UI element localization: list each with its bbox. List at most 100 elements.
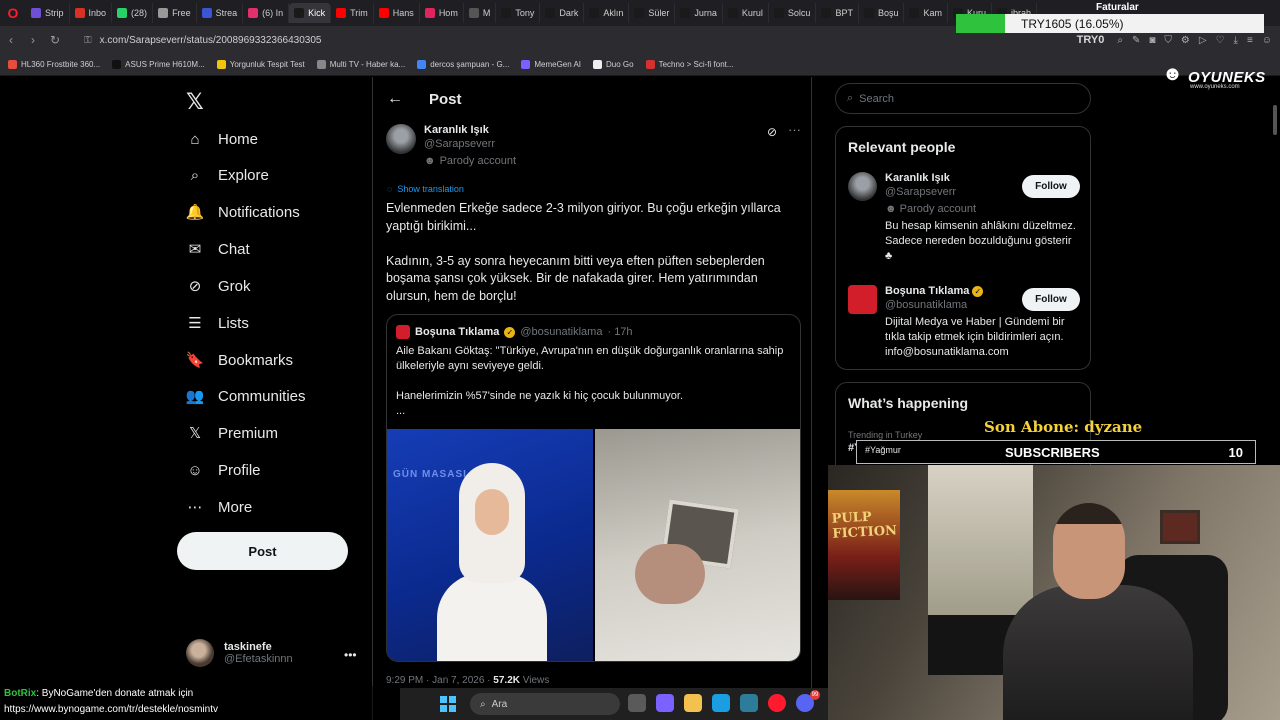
profile-icon[interactable]: ☺: [1262, 35, 1272, 46]
file-explorer-icon[interactable]: [684, 694, 702, 712]
scrollbar-thumb[interactable]: [1273, 105, 1277, 135]
edge-icon[interactable]: [712, 694, 730, 712]
zoom-icon[interactable]: ⌕: [1117, 35, 1123, 46]
bookmark-item[interactable]: Multi TV - Haber ka...: [316, 60, 405, 69]
post-button[interactable]: Post: [177, 532, 348, 570]
extensions-icon[interactable]: ⚙: [1181, 35, 1190, 46]
browser-tab[interactable]: Aklın: [584, 3, 630, 23]
nav-item-lists[interactable]: ☰ Lists: [186, 314, 249, 333]
browser-tab[interactable]: Strea: [197, 3, 244, 23]
forward-nav-icon[interactable]: ›: [22, 33, 44, 47]
store-icon[interactable]: [740, 694, 758, 712]
quoted-post[interactable]: Boşuna Tıklama ✓ @bosunatiklama · 17h Ai…: [386, 314, 801, 662]
nav-item-label: Chat: [218, 240, 250, 258]
heart-icon[interactable]: ♡: [1216, 35, 1225, 46]
views-label: Views: [522, 675, 550, 686]
edit-icon[interactable]: ✎: [1132, 35, 1140, 46]
nav-item-bookmarks[interactable]: 🔖 Bookmarks: [186, 351, 293, 370]
browser-tab[interactable]: Kurul: [723, 3, 769, 23]
browser-tab[interactable]: Jurna: [675, 3, 723, 23]
relevant-people-panel: Relevant people Karanlık Işık @Sarapseve…: [835, 126, 1091, 370]
follow-button[interactable]: Follow: [1022, 175, 1080, 198]
search-input[interactable]: ⌕ Search: [835, 83, 1091, 114]
shield-icon[interactable]: ⛉: [1164, 35, 1172, 46]
browser-tab[interactable]: M: [464, 3, 497, 23]
tab-label: Jurna: [694, 8, 717, 18]
browser-tab[interactable]: Hom: [420, 3, 464, 23]
url-field[interactable]: x.com/Sarapseverr/status/200896933236643…: [100, 35, 322, 46]
tab-label: Dark: [559, 8, 579, 18]
bookmark-item[interactable]: Techno > Sci-fi font...: [645, 60, 734, 69]
account-more-icon[interactable]: •••: [344, 648, 357, 662]
opera-icon[interactable]: [768, 694, 786, 712]
back-nav-icon[interactable]: ‹: [0, 33, 22, 47]
browser-tab[interactable]: Solcu: [769, 3, 817, 23]
translate-icon: ◌: [387, 184, 393, 194]
browser-tab[interactable]: Boşu: [859, 3, 905, 23]
bookmark-item[interactable]: ASUS Prime H610M...: [112, 60, 205, 69]
nav-item-more[interactable]: ⋯ More: [186, 498, 253, 517]
play-icon[interactable]: ▷: [1199, 35, 1207, 46]
follow-button[interactable]: Follow: [1022, 288, 1080, 311]
quote-image-minister[interactable]: GÜN MASASI: [387, 429, 593, 661]
back-arrow-icon[interactable]: ←: [387, 90, 403, 108]
post-time[interactable]: 9:29 PM · Jan 7, 2026 ·: [386, 675, 491, 686]
reload-icon[interactable]: ↻: [44, 33, 66, 47]
download-icon[interactable]: ⤓: [1234, 35, 1238, 46]
browser-tab[interactable]: Hans: [374, 3, 420, 23]
parody-badge: ☻ Parody account: [424, 155, 516, 167]
browser-tab[interactable]: BPT: [816, 3, 859, 23]
browser-tab[interactable]: Kick: [289, 3, 332, 23]
tab-label: (6) In: [262, 8, 284, 18]
bookmark-item[interactable]: Yorgunluk Tespit Test: [216, 60, 305, 69]
quote-author-name: Boşuna Tıklama: [415, 326, 500, 338]
x-logo-icon[interactable]: 𝕏: [186, 89, 204, 115]
browser-tab[interactable]: Trim: [331, 3, 374, 23]
browser-tab[interactable]: (28): [112, 3, 154, 23]
site-info-icon[interactable]: ⚿: [84, 35, 92, 46]
browser-tab[interactable]: Süler: [629, 3, 676, 23]
browser-tab[interactable]: (6) In: [243, 3, 290, 23]
bookmark-item[interactable]: Duo Go: [593, 60, 634, 69]
nav-item-home[interactable]: ⌂ Home: [186, 130, 258, 148]
nav-item-profile[interactable]: ☺ Profile: [186, 461, 260, 479]
account-switcher[interactable]: taskinefe @Efetaskinnn: [186, 639, 293, 667]
author-avatar[interactable]: [386, 124, 416, 154]
copilot-icon[interactable]: [656, 694, 674, 712]
taskbar-search[interactable]: ⌕ Ara: [470, 693, 620, 715]
opera-logo-icon[interactable]: O: [0, 0, 26, 26]
nav-item-chat[interactable]: ✉ Chat: [186, 240, 250, 259]
post-more-icon[interactable]: ···: [788, 122, 801, 137]
quote-image-ultrasound[interactable]: [595, 429, 800, 661]
author-handle[interactable]: @Sarapseverr: [424, 138, 516, 150]
bookmark-item[interactable]: MemeGen AI: [521, 60, 581, 69]
tab-favicon-icon: [863, 8, 874, 18]
browser-tab[interactable]: Free: [153, 3, 197, 23]
bookmark-item[interactable]: HL360 Frostbite 360...: [8, 60, 100, 69]
tab-label: Free: [172, 8, 191, 18]
show-translation-link[interactable]: ◌ Show translation: [387, 184, 464, 194]
nav-item-premium[interactable]: 𝕏 Premium: [186, 424, 278, 443]
author-name[interactable]: Karanlık Işık: [424, 124, 516, 136]
camera-icon[interactable]: ◙: [1149, 35, 1155, 46]
browser-tab[interactable]: Dark: [540, 3, 585, 23]
browser-tab[interactable]: Strip: [26, 3, 70, 23]
taskbar-apps: [628, 694, 814, 712]
windows-start-icon[interactable]: [440, 696, 456, 712]
playlist-icon[interactable]: ≡: [1247, 35, 1253, 46]
nav-item-communities[interactable]: 👥 Communities: [186, 387, 306, 406]
nav-item-notifications[interactable]: 🔔 Notifications: [186, 203, 300, 222]
nav-item-explore[interactable]: ⌕ Explore: [186, 166, 269, 184]
grok-explain-icon[interactable]: ⊘: [767, 125, 777, 139]
nav-item-grok[interactable]: ⊘ Grok: [186, 277, 251, 296]
browser-tab[interactable]: Inbo: [70, 3, 113, 23]
browser-tab[interactable]: Kam: [904, 3, 948, 23]
try-extension-label[interactable]: TRY0: [1077, 34, 1105, 46]
search-icon: ⌕: [190, 166, 200, 184]
bookmark-favicon-icon: [112, 60, 122, 69]
browser-tab[interactable]: Tony: [496, 3, 541, 23]
bookmark-item[interactable]: dercos şampuan - G...: [417, 60, 509, 69]
page-title: Post: [429, 90, 462, 108]
notification-badge: 99: [810, 690, 820, 700]
taskview-icon[interactable]: [628, 694, 646, 712]
